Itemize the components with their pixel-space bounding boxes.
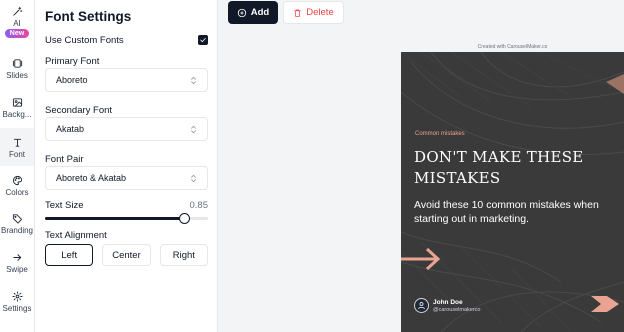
- next-chevrons-icon: [591, 296, 619, 312]
- rail-item-slides[interactable]: Slides: [0, 58, 34, 80]
- font-pair-value: Aboreto & Akatab: [56, 173, 127, 183]
- rail-item-branding[interactable]: Branding: [0, 213, 34, 235]
- rail-item-label: Swipe: [6, 265, 28, 274]
- use-custom-fonts-label: Use Custom Fonts: [45, 34, 124, 46]
- align-left-button[interactable]: Left: [45, 244, 94, 266]
- rail-item-colors[interactable]: Colors: [0, 175, 34, 197]
- chevron-up-down-icon: [191, 174, 196, 182]
- rail-item-label: Backg...: [2, 110, 32, 119]
- slide-headline: DON'T MAKE THESE MISTAKES: [414, 148, 584, 187]
- secondary-font-label: Secondary Font: [45, 105, 113, 116]
- checkmark-icon: [200, 37, 206, 43]
- primary-font-select[interactable]: Aboreto: [45, 68, 208, 92]
- chevron-up-down-icon: [191, 76, 196, 84]
- tag-icon: [12, 214, 22, 224]
- font-pair-label: Font Pair: [45, 154, 84, 165]
- slide-eyebrow: Common mistakes: [415, 131, 465, 137]
- author-handle: @carouselmakerco: [433, 306, 481, 313]
- text-size-slider[interactable]: [45, 213, 208, 224]
- author-block: John Doe @carouselmakerco: [414, 298, 480, 313]
- arrow-right-icon: [12, 254, 21, 261]
- font-icon: [13, 138, 21, 147]
- plus-circle-icon: [237, 8, 246, 17]
- rail-item-settings[interactable]: Settings: [0, 291, 34, 313]
- left-nav-rail: AI New Slides Backg... Font Colors Brand…: [0, 0, 35, 332]
- gear-icon: [11, 291, 23, 302]
- rail-item-font[interactable]: Font: [0, 128, 34, 166]
- rail-item-label: AI: [13, 19, 21, 28]
- image-icon: [12, 98, 22, 107]
- secondary-font-value: Akatab: [56, 124, 85, 134]
- slider-fill: [45, 217, 184, 220]
- slider-thumb[interactable]: [178, 213, 190, 224]
- panel-title: Font Settings: [45, 9, 132, 24]
- trash-icon: [294, 9, 302, 17]
- rail-item-label: Slides: [6, 71, 28, 80]
- rail-item-label: Settings: [2, 304, 32, 313]
- chevron-up-down-icon: [191, 125, 196, 133]
- rail-item-background[interactable]: Backg...: [0, 97, 34, 119]
- font-pair-select[interactable]: Aboreto & Akatab: [45, 166, 208, 190]
- use-custom-fonts-checkbox[interactable]: [198, 35, 208, 45]
- author-name: John Doe: [433, 298, 463, 306]
- font-settings-panel: Font Settings Use Custom Fonts Primary F…: [35, 0, 218, 332]
- rail-item-swipe[interactable]: Swipe: [0, 252, 34, 274]
- text-size-value: 0.85: [189, 200, 209, 211]
- slide-subline: Avoid these 10 common mistakes when star…: [414, 199, 599, 225]
- delete-button[interactable]: Delete: [283, 1, 344, 24]
- leaf-background-pattern: [401, 52, 624, 332]
- user-icon: [418, 302, 425, 310]
- rail-item-ai[interactable]: AI New: [0, 6, 34, 38]
- rail-item-label: Font: [8, 150, 25, 159]
- slides-icon: [12, 59, 22, 68]
- primary-font-label: Primary Font: [45, 56, 100, 67]
- text-alignment-label: Text Alignment: [45, 230, 107, 241]
- use-custom-fonts-row: Use Custom Fonts: [45, 33, 208, 47]
- text-size-row: Text Size 0.85: [45, 200, 208, 211]
- text-alignment-group: Left Center Right: [45, 244, 208, 266]
- primary-font-value: Aboreto: [56, 75, 88, 85]
- slide-preview[interactable]: Common mistakes DON'T MAKE THESE MISTAKE…: [401, 52, 624, 332]
- palette-icon: [12, 175, 22, 186]
- add-button-label: Add: [250, 7, 270, 18]
- arrow-right-icon: [401, 247, 441, 271]
- rail-item-label: Branding: [0, 226, 34, 235]
- text-size-label: Text Size: [45, 200, 84, 211]
- created-with-text: Created with CarouselMaker.co: [477, 44, 548, 50]
- align-right-button[interactable]: Right: [159, 244, 208, 266]
- avatar: [414, 298, 429, 313]
- delete-button-label: Delete: [306, 7, 334, 18]
- secondary-font-select[interactable]: Akatab: [45, 117, 208, 141]
- magic-wand-icon: [12, 6, 22, 16]
- align-center-button[interactable]: Center: [102, 244, 151, 266]
- new-badge: New: [4, 29, 30, 38]
- rail-item-label: Colors: [5, 188, 29, 197]
- add-button[interactable]: Add: [228, 1, 278, 24]
